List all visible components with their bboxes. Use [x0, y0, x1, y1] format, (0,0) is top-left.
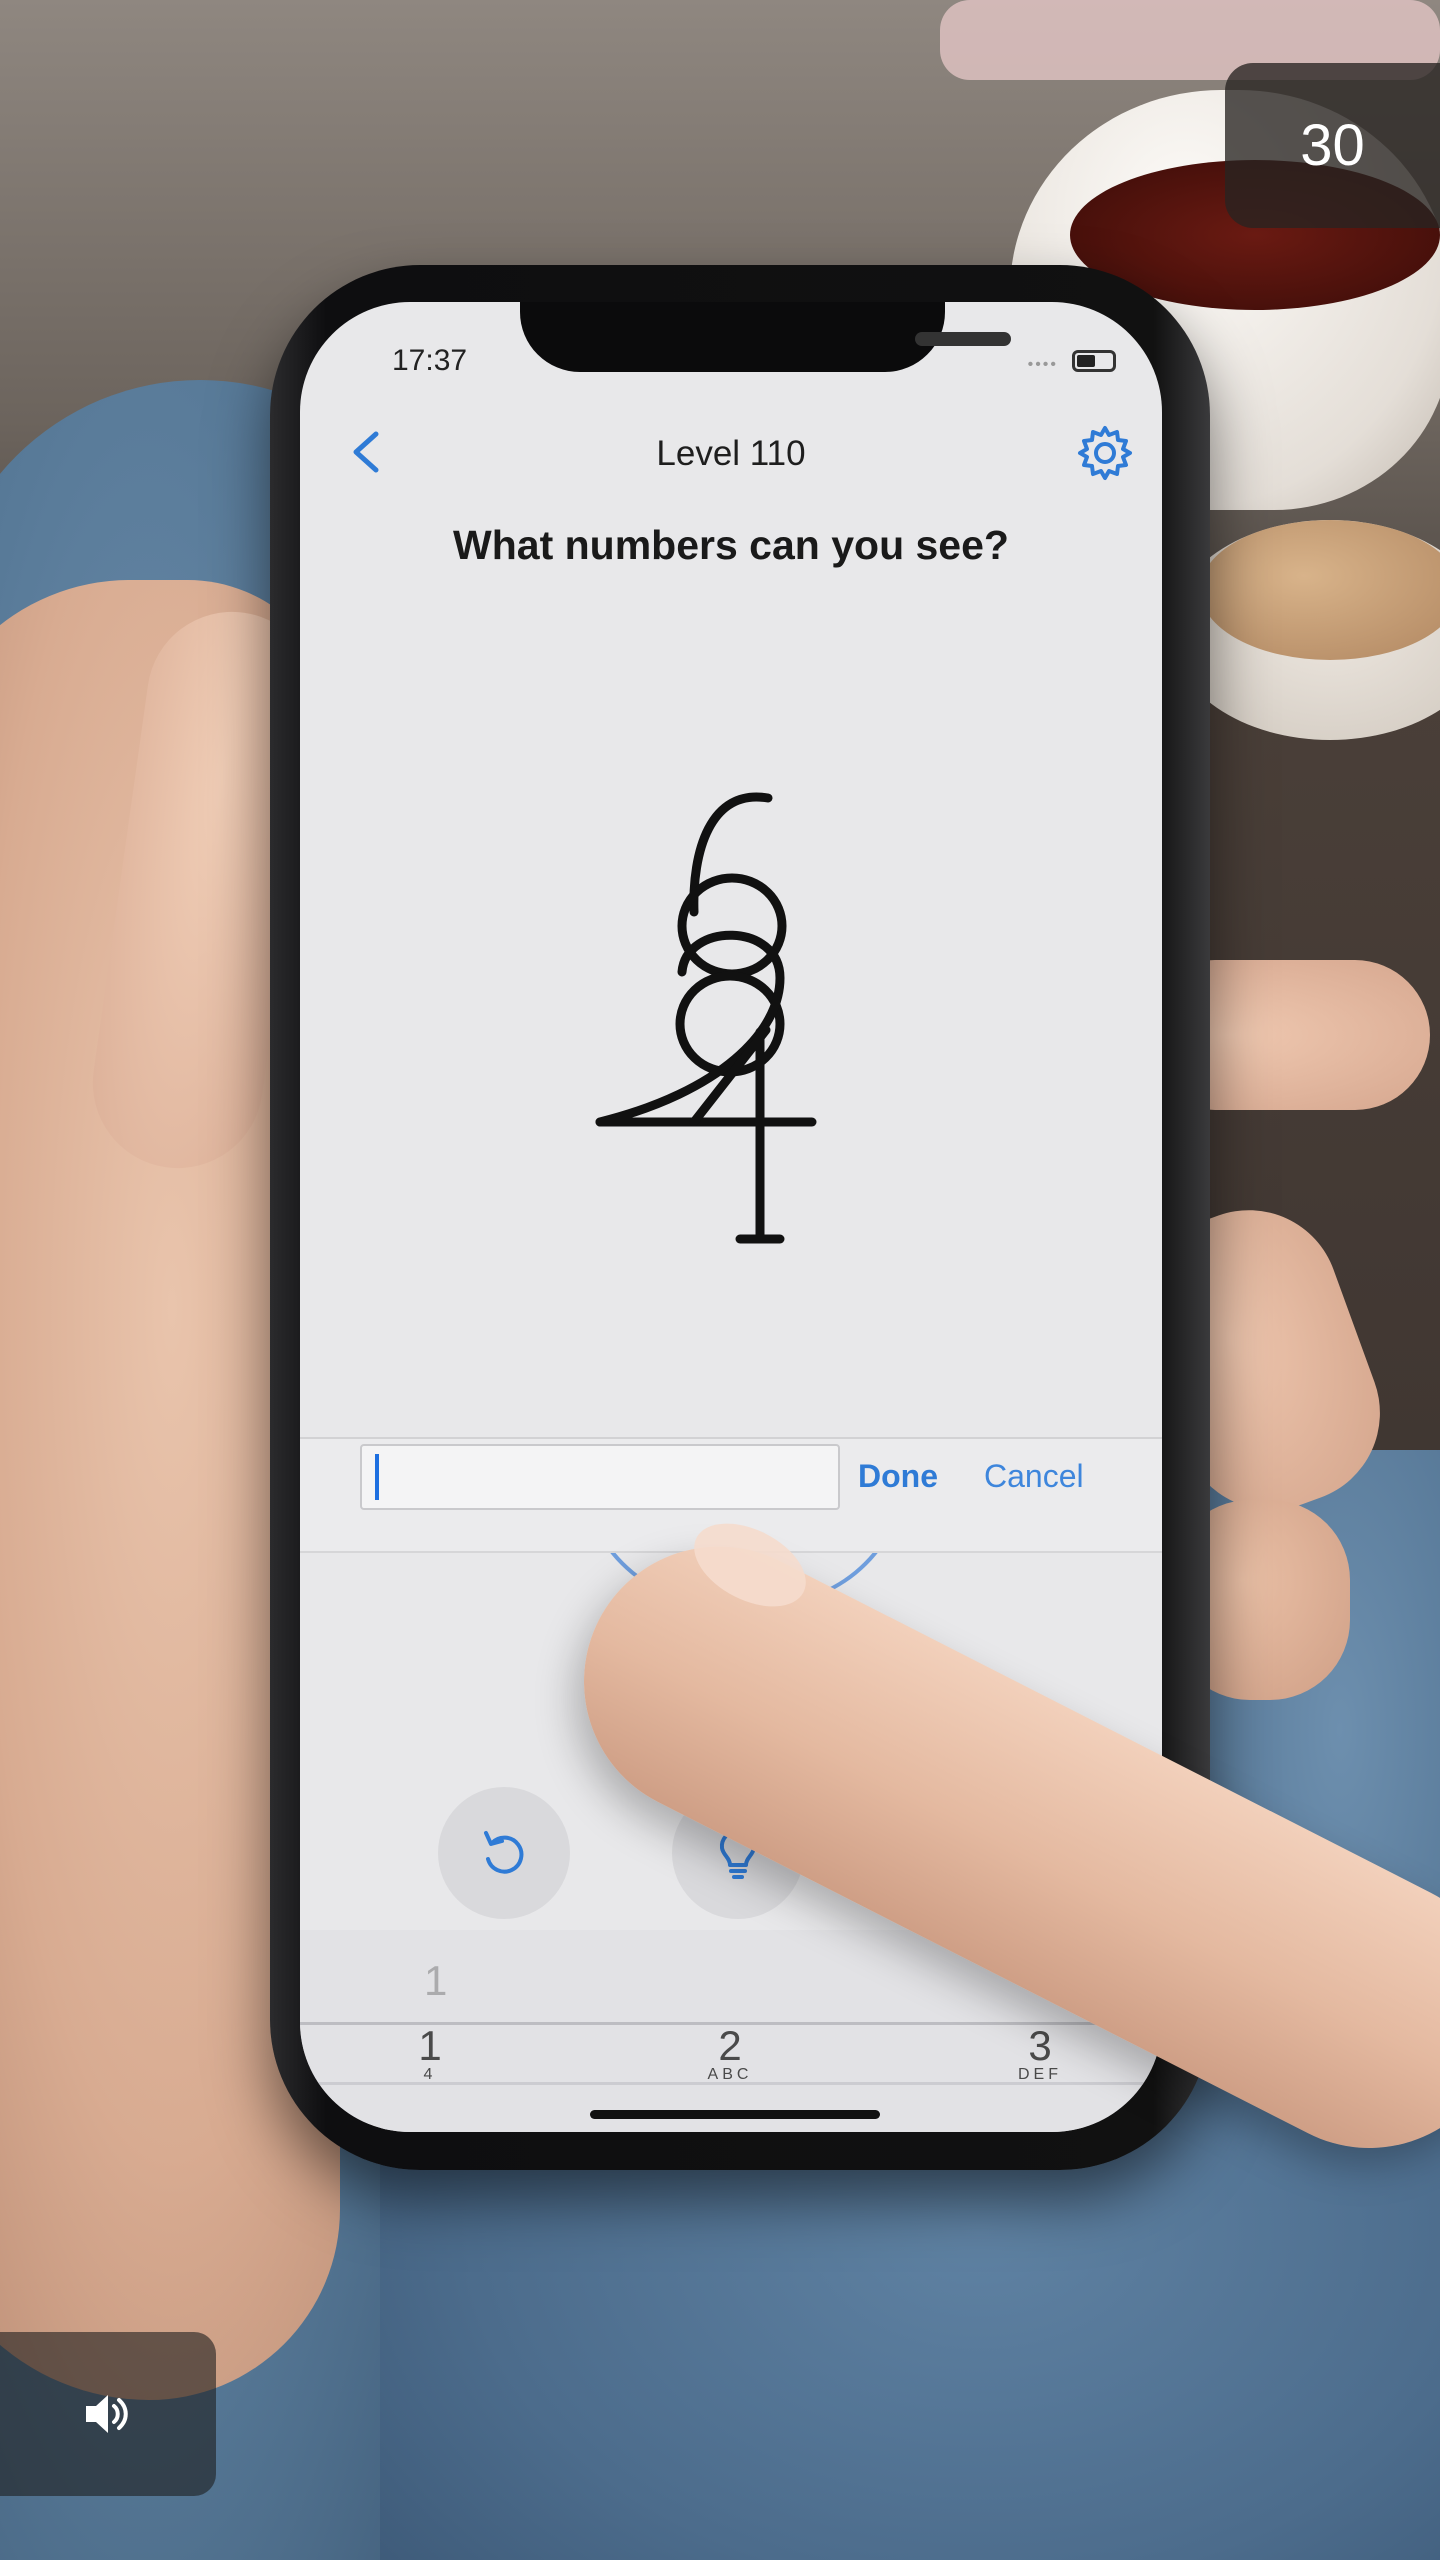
speaker-icon: [86, 2395, 128, 2433]
signal-icon: ••••: [1027, 356, 1058, 373]
cancel-button[interactable]: Cancel: [984, 1458, 1084, 1495]
status-time: 17:37: [392, 344, 468, 377]
ghost-key-digit: 1: [424, 1957, 448, 2004]
answer-input[interactable]: [360, 1444, 840, 1510]
gear-icon: [1078, 426, 1132, 480]
key-2-number: 2: [718, 2022, 742, 2069]
level-title: Level 110: [656, 434, 806, 473]
number-puzzle[interactable]: [590, 792, 890, 1272]
key-1[interactable]: 1 4: [400, 2022, 460, 2084]
done-button[interactable]: Done: [858, 1458, 938, 1495]
sound-button[interactable]: [0, 2332, 216, 2496]
settings-button[interactable]: [1074, 422, 1136, 484]
key-1-letters: 4: [423, 2066, 437, 2083]
text-cursor: [375, 1454, 379, 1500]
key-3[interactable]: 3 DEF: [990, 2022, 1090, 2084]
notch: [520, 302, 1011, 372]
battery-icon: [1072, 350, 1116, 372]
key-2[interactable]: 2 ABC: [680, 2022, 780, 2084]
key-3-number: 3: [1028, 2022, 1052, 2069]
key-1-number: 1: [418, 2022, 442, 2069]
undo-icon: [484, 1831, 524, 1874]
key-3-letters: DEF: [1018, 2066, 1062, 2083]
question-text: What numbers can you see?: [453, 522, 1009, 568]
undo-button[interactable]: [438, 1787, 570, 1919]
key-2-letters: ABC: [707, 2066, 753, 2083]
home-indicator[interactable]: [590, 2110, 880, 2119]
countdown-counter: 30: [1225, 63, 1440, 228]
